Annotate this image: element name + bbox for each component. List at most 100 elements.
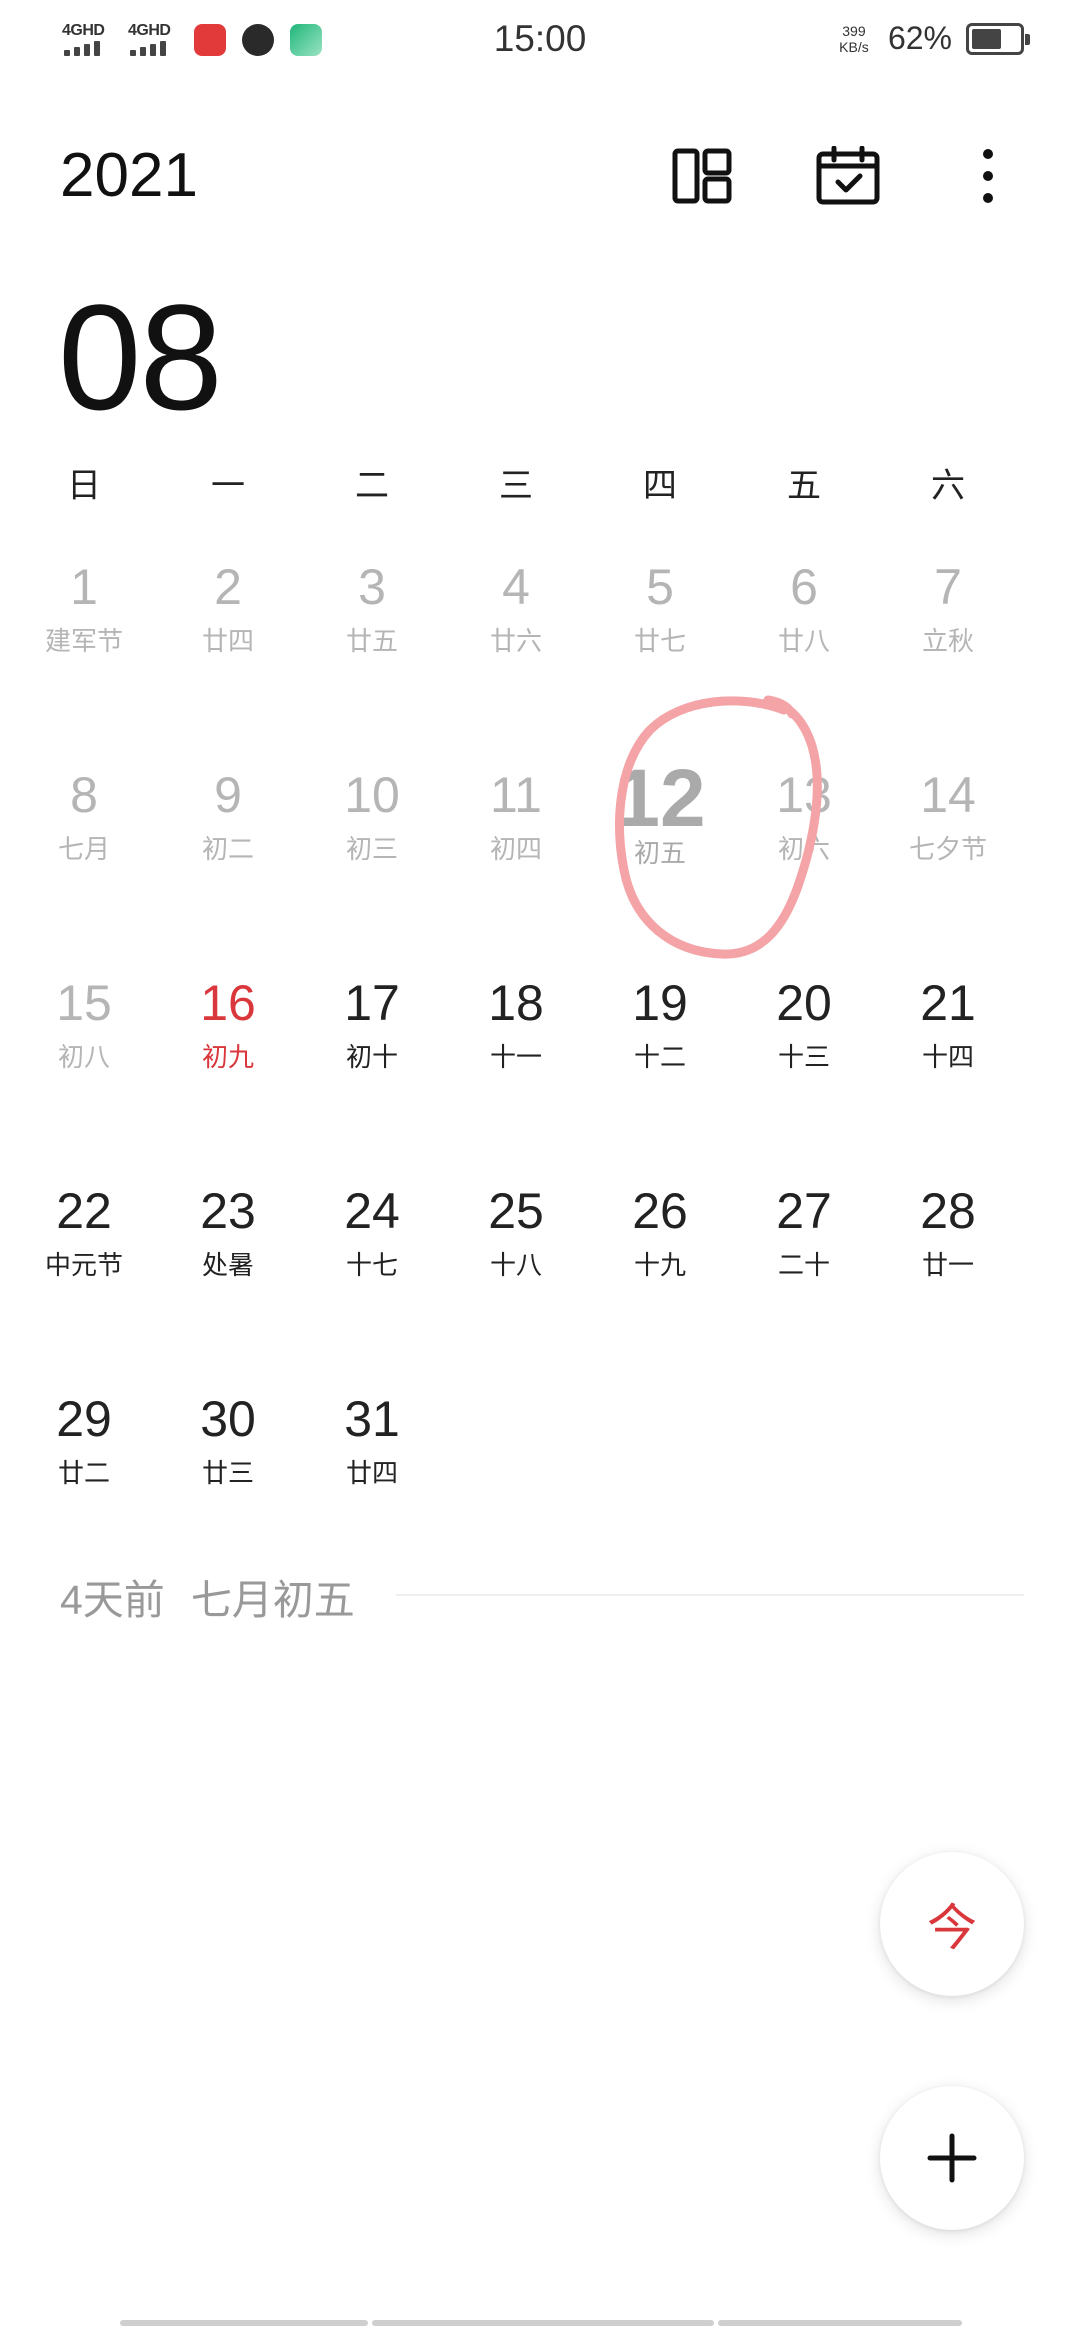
- month-title: 08: [58, 273, 223, 441]
- day-cell-11[interactable]: 11 初四: [444, 756, 588, 964]
- lunar-label: 初三: [345, 834, 398, 864]
- empty-cell: [876, 1380, 1020, 1588]
- lunar-label: 廿七: [633, 626, 686, 656]
- day-number: 17: [344, 975, 400, 1031]
- divider: [396, 1594, 1024, 1596]
- day-number: 8: [70, 767, 98, 823]
- day-number: 12: [614, 753, 706, 844]
- battery-percent: 62%: [887, 20, 952, 56]
- lunar-label: 廿八: [777, 626, 830, 656]
- network-speed-unit: KB/s: [839, 38, 869, 55]
- day-cell-13[interactable]: 13 初六: [732, 756, 876, 964]
- lunar-label: 十二: [633, 1042, 686, 1072]
- day-number: 15: [56, 975, 112, 1031]
- day-number: 19: [632, 975, 688, 1031]
- day-number: 6: [790, 559, 818, 615]
- lunar-label: 初四: [489, 834, 542, 864]
- day-cell-25[interactable]: 25 十八: [444, 1172, 588, 1380]
- day-cell-31[interactable]: 31 廿四: [300, 1380, 444, 1588]
- year-title[interactable]: 2021: [60, 140, 198, 211]
- lunar-label: 廿四: [345, 1458, 398, 1488]
- today-button[interactable]: 今: [880, 1852, 1024, 1996]
- day-cell-9[interactable]: 9 初二: [156, 756, 300, 964]
- day-cell-22[interactable]: 22 中元节: [12, 1172, 156, 1380]
- more-vertical-icon[interactable]: [952, 140, 1024, 212]
- day-number: 10: [344, 767, 400, 823]
- lunar-label: 处暑: [201, 1250, 254, 1280]
- calendar-week-row: 15 初八 16 初九 17 初十 18 十一 19 十二 20 十三 21 十四: [12, 964, 1068, 1172]
- day-number: 1: [70, 559, 98, 615]
- lunar-label: 七月: [57, 834, 110, 864]
- weekday-label: 五: [787, 467, 821, 505]
- lunar-label: 十七: [345, 1250, 398, 1280]
- day-cell-30[interactable]: 30 廿三: [156, 1380, 300, 1588]
- lunar-label: 十三: [777, 1042, 830, 1072]
- relative-day-text: 4天前: [60, 1577, 165, 1623]
- day-cell-17[interactable]: 17 初十: [300, 964, 444, 1172]
- day-cell-1[interactable]: 1 建军节: [12, 548, 156, 756]
- day-number: 22: [56, 1183, 112, 1239]
- layout-view-icon[interactable]: [666, 140, 738, 212]
- lunar-label: 廿二: [57, 1458, 110, 1488]
- empty-cell: [444, 1380, 588, 1588]
- lunar-label: 中元节: [44, 1250, 123, 1280]
- day-number: 21: [920, 975, 976, 1031]
- day-number: 24: [344, 1183, 400, 1239]
- lunar-label: 初八: [57, 1042, 110, 1072]
- weekday-label: 四: [643, 467, 677, 505]
- day-cell-12[interactable]: 12 初五: [588, 756, 732, 964]
- selected-date-info: 4天前 七月初五: [60, 1566, 355, 1626]
- day-cell-8[interactable]: 8 七月: [12, 756, 156, 964]
- day-cell-2[interactable]: 2 廿四: [156, 548, 300, 756]
- lunar-label: 初二: [201, 834, 254, 864]
- day-number: 2: [214, 559, 242, 615]
- month-grid: 1 建军节 2 廿四 3 廿五 4 廿六 5 廿七 6 廿八 7 立秋 8 七月 9 初二 10 初三 11 初四 12 初五…: [12, 548, 1068, 1588]
- battery-icon: [966, 22, 1030, 55]
- day-number: 31: [344, 1391, 400, 1447]
- day-number: 13: [776, 767, 832, 823]
- day-number: 18: [488, 975, 544, 1031]
- day-cell-16[interactable]: 16 初九: [156, 964, 300, 1172]
- day-cell-19[interactable]: 19 十二: [588, 964, 732, 1172]
- weekday-label: 一: [211, 467, 245, 505]
- calendar-check-icon[interactable]: [812, 140, 884, 212]
- day-cell-26[interactable]: 26 十九: [588, 1172, 732, 1380]
- calendar-week-row: 8 七月 9 初二 10 初三 11 初四 12 初五 13 初六 14 七夕节: [12, 756, 1068, 964]
- calendar-week-row: 29 廿二 30 廿三 31 廿四: [12, 1380, 1068, 1588]
- day-cell-7[interactable]: 7 立秋: [876, 548, 1020, 756]
- lunar-label: 初九: [201, 1042, 254, 1072]
- day-cell-14[interactable]: 14 七夕节: [876, 756, 1020, 964]
- lunar-label: 十四: [921, 1042, 974, 1072]
- day-cell-6[interactable]: 6 廿八: [732, 548, 876, 756]
- day-cell-18[interactable]: 18 十一: [444, 964, 588, 1172]
- nav-handle-segment[interactable]: [120, 2320, 368, 2326]
- day-cell-3[interactable]: 3 廿五: [300, 548, 444, 756]
- day-cell-24[interactable]: 24 十七: [300, 1172, 444, 1380]
- day-cell-23[interactable]: 23 处暑: [156, 1172, 300, 1380]
- nav-handle-segment[interactable]: [718, 2320, 962, 2326]
- day-cell-29[interactable]: 29 廿二: [12, 1380, 156, 1588]
- day-cell-20[interactable]: 20 十三: [732, 964, 876, 1172]
- day-cell-21[interactable]: 21 十四: [876, 964, 1020, 1172]
- day-cell-10[interactable]: 10 初三: [300, 756, 444, 964]
- day-number: 28: [920, 1183, 976, 1239]
- empty-cell: [732, 1380, 876, 1588]
- day-cell-4[interactable]: 4 廿六: [444, 548, 588, 756]
- day-cell-28[interactable]: 28 廿一: [876, 1172, 1020, 1380]
- nav-handle-segment[interactable]: [372, 2320, 714, 2326]
- lunar-label: 建军节: [44, 626, 123, 656]
- status-bar: 4GHD 4GHD 15:00 399 KB/s 62%: [0, 0, 1080, 84]
- day-cell-27[interactable]: 27 二十: [732, 1172, 876, 1380]
- lunar-label: 二十: [777, 1250, 830, 1280]
- day-cell-15[interactable]: 15 初八: [12, 964, 156, 1172]
- day-cell-5[interactable]: 5 廿七: [588, 548, 732, 756]
- weekday-label: 六: [931, 467, 965, 505]
- battery-fill: [972, 28, 1001, 49]
- day-number: 3: [358, 559, 386, 615]
- day-number: 23: [200, 1183, 256, 1239]
- calendar-week-row: 1 建军节 2 廿四 3 廿五 4 廿六 5 廿七 6 廿八 7 立秋: [12, 548, 1068, 756]
- day-number: 5: [646, 559, 674, 615]
- add-event-button[interactable]: [880, 2086, 1024, 2230]
- lunar-label: 廿一: [921, 1250, 974, 1280]
- battery-tip: [1025, 33, 1030, 45]
